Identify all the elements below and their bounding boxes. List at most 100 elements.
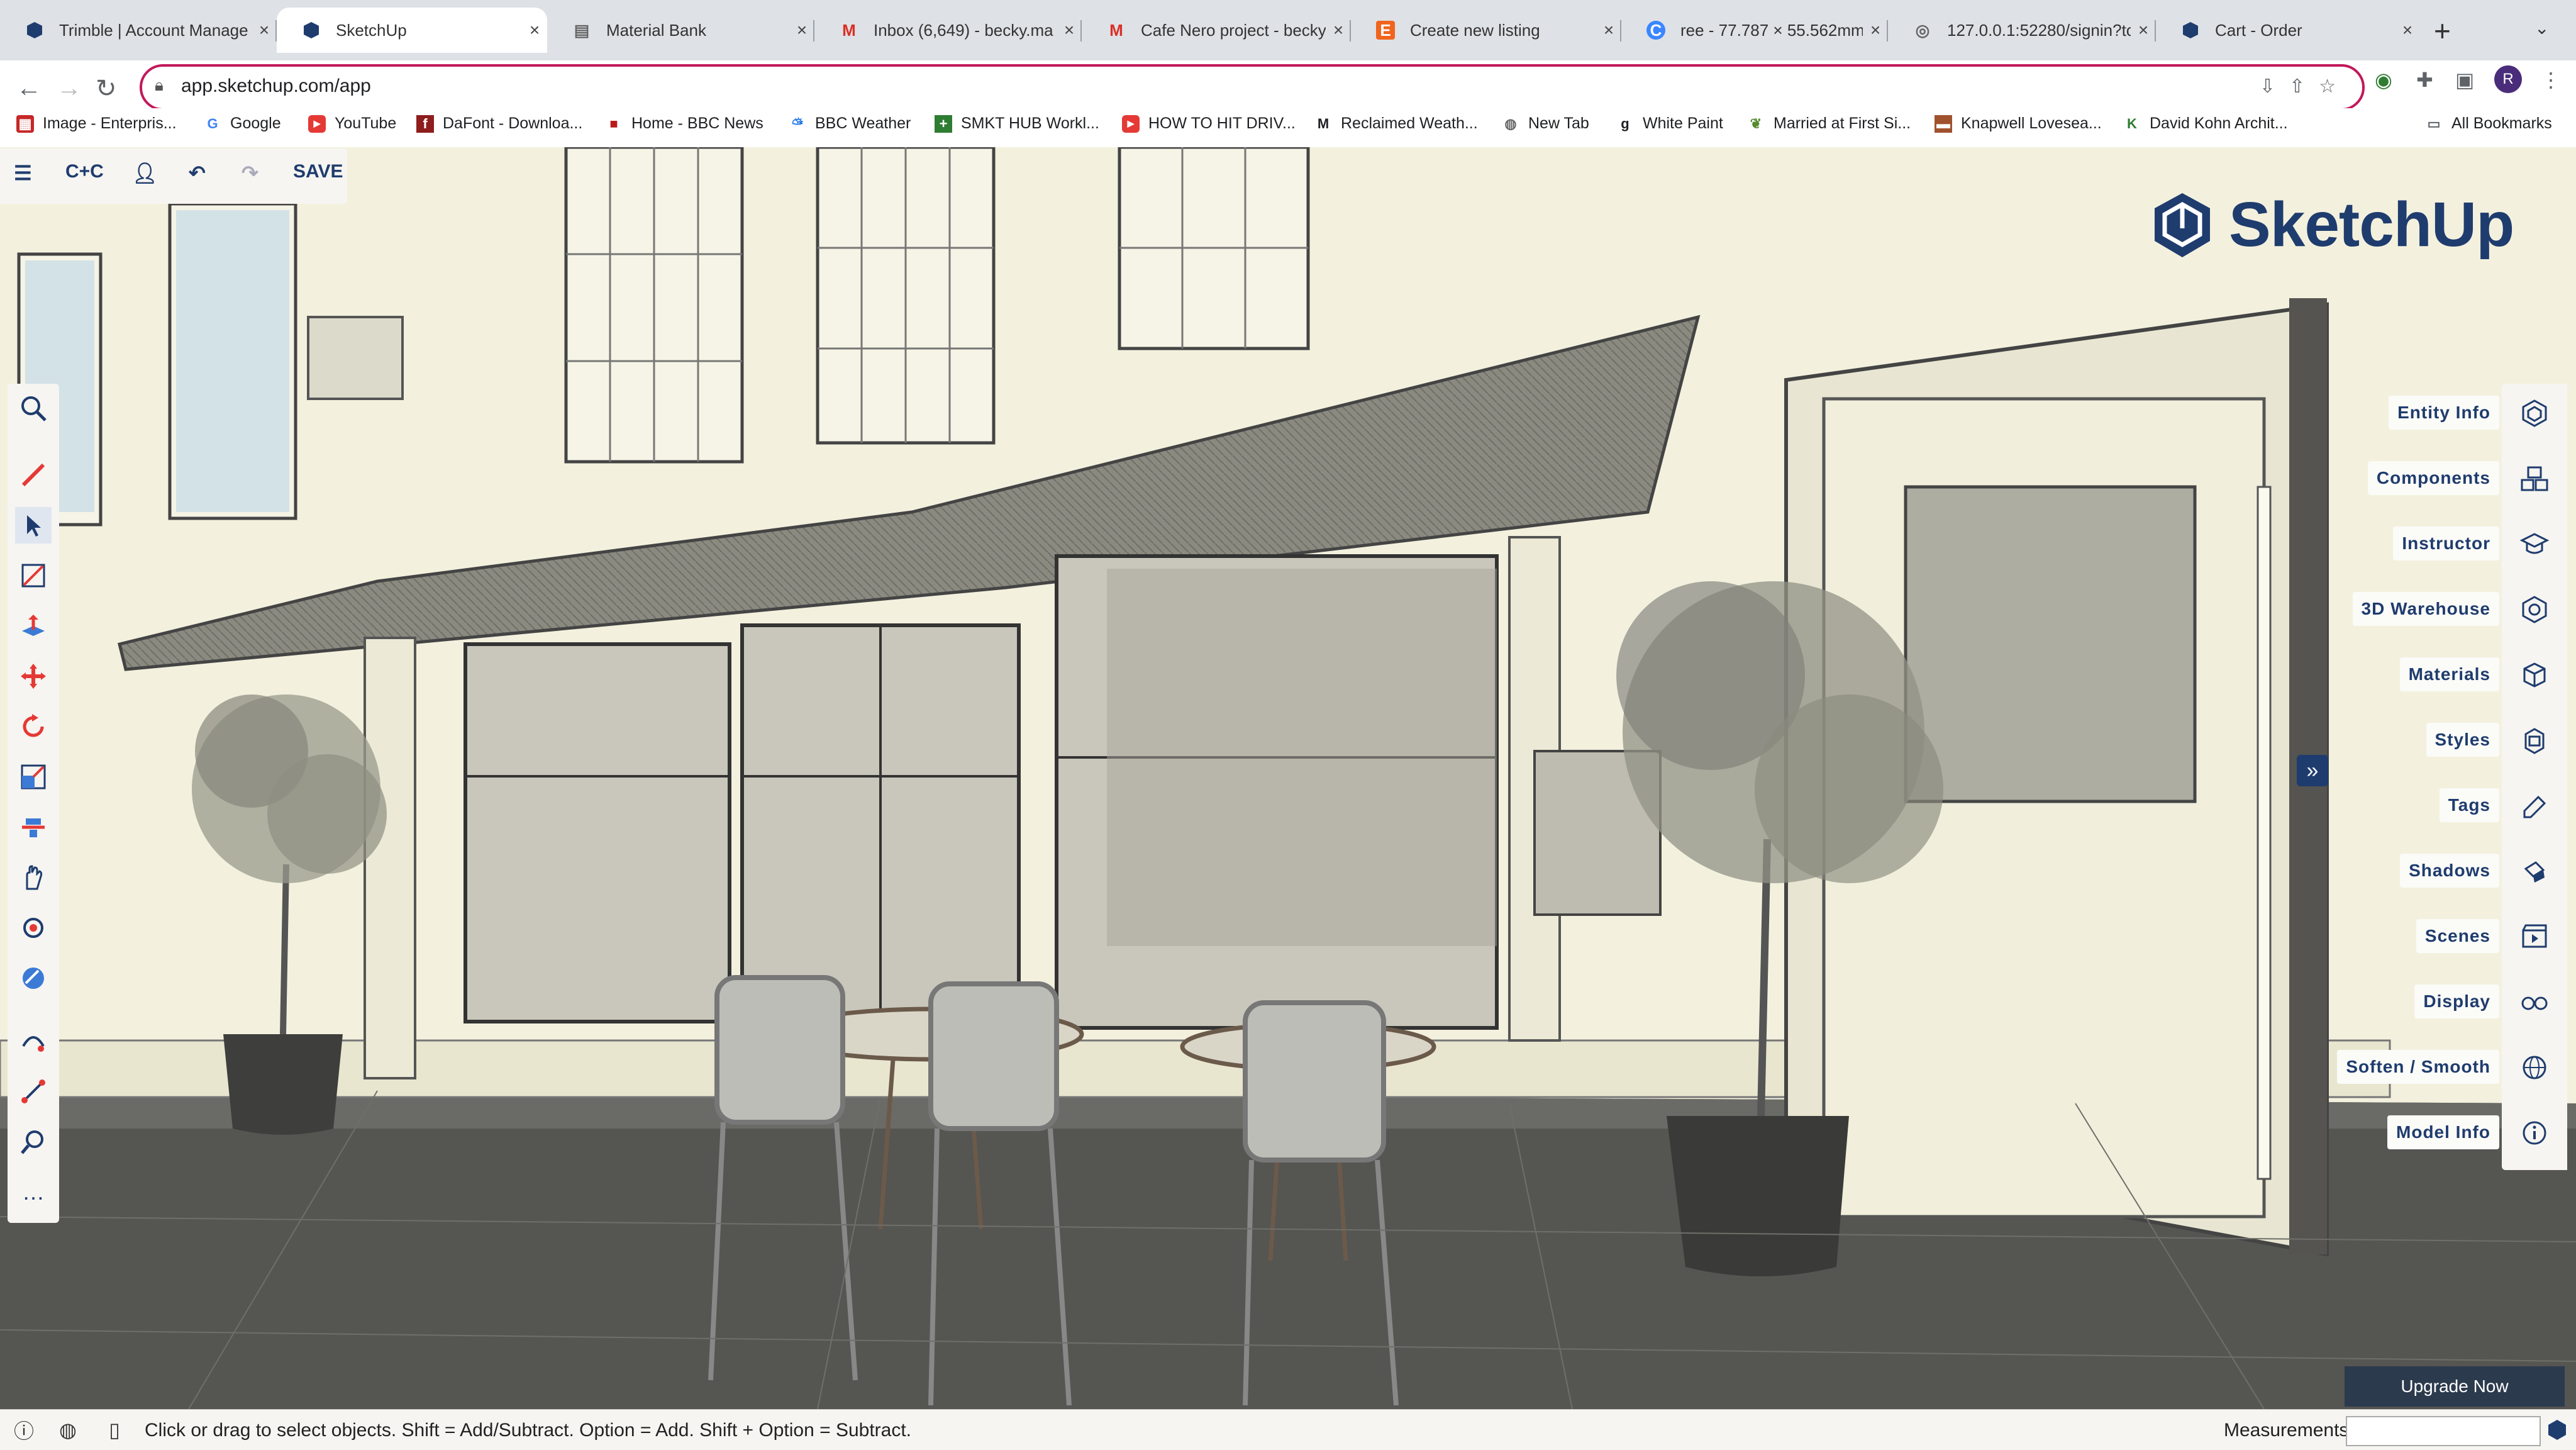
- browser-tab[interactable]: M Inbox (6,649) - becky.ma ×: [814, 8, 1082, 53]
- close-tab-icon[interactable]: ×: [789, 20, 814, 40]
- styles-icon[interactable]: [2502, 713, 2567, 767]
- scenes-icon[interactable]: [2502, 910, 2567, 964]
- close-tab-icon[interactable]: ×: [1596, 20, 1621, 40]
- scale-icon[interactable]: [15, 759, 52, 795]
- project-name[interactable]: C+C: [65, 161, 104, 182]
- logo-text: SketchUp: [2229, 189, 2514, 260]
- extension-grammarly-icon[interactable]: ◉: [2375, 68, 2392, 92]
- close-tab-icon[interactable]: ×: [1863, 20, 1888, 40]
- rotate-icon[interactable]: [15, 708, 52, 745]
- entity-info-icon[interactable]: [2502, 386, 2567, 440]
- scenes-label[interactable]: Scenes: [2416, 919, 2499, 953]
- browser-tab-active[interactable]: SketchUp ×: [277, 8, 547, 53]
- model-info-label[interactable]: Model Info: [2387, 1115, 2499, 1149]
- push-pull-icon[interactable]: [15, 608, 52, 644]
- help-icon[interactable]: ⓘ: [11, 1417, 36, 1442]
- close-tab-icon[interactable]: ×: [2131, 20, 2156, 40]
- forward-arrow-icon[interactable]: →: [57, 74, 82, 103]
- mouse-icon[interactable]: ▯: [102, 1417, 127, 1442]
- bookmark-item[interactable]: M Reclaimed Weath...: [1314, 114, 1478, 133]
- bookmark-item[interactable]: ▶ HOW TO HIT DRIV...: [1122, 114, 1296, 133]
- move-icon[interactable]: [15, 658, 52, 694]
- bookmark-item[interactable]: g White Paint: [1616, 114, 1723, 133]
- materials-tool-icon[interactable]: [15, 960, 52, 996]
- bookmark-item[interactable]: ▶ YouTube: [308, 114, 396, 133]
- search-icon[interactable]: [15, 390, 52, 427]
- styles-label[interactable]: Styles: [2426, 723, 2499, 757]
- browser-tab[interactable]: ◎ 127.0.0.1:52280/signin?to ×: [1888, 8, 2156, 53]
- bookmark-item[interactable]: ▬ Knapwell Lovesea...: [1935, 114, 2102, 133]
- close-tab-icon[interactable]: ×: [1326, 20, 1351, 40]
- shadows-icon[interactable]: [2502, 844, 2567, 898]
- components-icon[interactable]: [2502, 452, 2567, 506]
- model-viewport[interactable]: [0, 147, 2576, 1409]
- select-tool-icon[interactable]: [15, 507, 52, 544]
- materials-icon[interactable]: [2502, 648, 2567, 702]
- extensions-puzzle-icon[interactable]: ✚: [2416, 68, 2433, 92]
- zoom-icon[interactable]: [15, 1124, 52, 1160]
- close-tab-icon[interactable]: ×: [522, 20, 547, 40]
- browser-tab[interactable]: Trimble | Account Manage ×: [0, 8, 277, 53]
- bookmark-item[interactable]: ⛅︎ BBC Weather: [789, 114, 911, 133]
- browser-tab[interactable]: ▤ Material Bank ×: [547, 8, 814, 53]
- expand-panel-chevron-icon[interactable]: »: [2297, 755, 2328, 786]
- site-info-icon[interactable]: 🔒︎: [155, 75, 164, 96]
- line-tool-icon[interactable]: [15, 557, 52, 594]
- 3d-warehouse-label[interactable]: 3D Warehouse: [2352, 592, 2499, 626]
- soften-icon[interactable]: [2502, 1040, 2567, 1095]
- bookmark-item[interactable]: ❦ Married at First Si...: [1747, 114, 1911, 133]
- entity-info-label[interactable]: Entity Info: [2389, 396, 2499, 430]
- new-tab-button[interactable]: +: [2434, 14, 2451, 48]
- more-tools-icon[interactable]: …: [15, 1174, 52, 1210]
- tags-label[interactable]: Tags: [2439, 788, 2499, 822]
- close-tab-icon[interactable]: ×: [1057, 20, 1082, 40]
- back-arrow-icon[interactable]: ←: [16, 74, 42, 103]
- hamburger-menu-icon[interactable]: ☰: [14, 161, 32, 185]
- close-tab-icon[interactable]: ×: [252, 20, 277, 40]
- address-bar[interactable]: 🔒︎ app.sketchup.com/app ⇩⇧☆: [140, 64, 2365, 111]
- globe-icon[interactable]: ◍: [55, 1417, 80, 1442]
- paint-bucket-icon[interactable]: [15, 910, 52, 946]
- bookmark-item[interactable]: G Google: [204, 114, 280, 133]
- measurements-input[interactable]: [2346, 1416, 2541, 1446]
- warehouse-icon[interactable]: [2502, 583, 2567, 637]
- materials-label[interactable]: Materials: [2399, 657, 2499, 691]
- display-icon[interactable]: [2502, 975, 2567, 1029]
- instructor-label[interactable]: Instructor: [2393, 527, 2499, 560]
- tags-icon[interactable]: [2502, 779, 2567, 833]
- browser-tab[interactable]: C ree - 77.787 × 55.562mm ×: [1621, 8, 1888, 53]
- redo-icon[interactable]: ↷: [242, 161, 258, 185]
- browser-tab[interactable]: Cart - Order ×: [2156, 8, 2420, 53]
- close-tab-icon[interactable]: ×: [2395, 20, 2420, 40]
- pencil-icon[interactable]: [15, 457, 52, 493]
- browser-tab[interactable]: E Create new listing ×: [1351, 8, 1621, 53]
- arc-tool-icon[interactable]: [15, 1023, 52, 1059]
- instructor-icon[interactable]: [2502, 517, 2567, 571]
- upgrade-now-button[interactable]: Upgrade Now: [2345, 1366, 2565, 1407]
- bookmark-item[interactable]: K David Kohn Archit...: [2123, 114, 2288, 133]
- shadows-label[interactable]: Shadows: [2400, 854, 2499, 888]
- soften-smooth-label[interactable]: Soften / Smooth: [2337, 1050, 2499, 1084]
- save-button[interactable]: SAVE: [293, 161, 343, 182]
- browser-menu-icon[interactable]: ⋮: [2541, 68, 2561, 92]
- offset-icon[interactable]: [15, 809, 52, 845]
- info-icon[interactable]: [2502, 1106, 2567, 1160]
- orbit-hand-icon[interactable]: [15, 859, 52, 896]
- address-bar-actions[interactable]: ⇩⇧☆: [2260, 75, 2350, 98]
- dimension-tool-icon[interactable]: [15, 1073, 52, 1110]
- display-label[interactable]: Display: [2414, 984, 2499, 1018]
- browser-tab[interactable]: M Cafe Nero project - becky ×: [1082, 8, 1351, 53]
- tab-search-chevron-icon[interactable]: ⌄: [2534, 18, 2549, 38]
- components-label[interactable]: Components: [2367, 461, 2499, 495]
- side-panel-icon[interactable]: ▣: [2455, 68, 2474, 92]
- bookmark-item[interactable]: ◍ New Tab: [1502, 114, 1589, 133]
- bookmark-item[interactable]: ■ Home - BBC News: [605, 114, 763, 133]
- bookmark-item[interactable]: ▦ Image - Enterpris...: [16, 114, 177, 133]
- collaborator-icon[interactable]: 👤︎: [132, 161, 158, 185]
- undo-icon[interactable]: ↶: [189, 161, 206, 185]
- all-bookmarks[interactable]: ▭ All Bookmarks: [2425, 114, 2552, 133]
- bookmark-item[interactable]: f DaFont - Downloa...: [416, 114, 582, 133]
- profile-avatar[interactable]: R: [2494, 65, 2522, 93]
- bookmark-item[interactable]: + SMKT HUB Workl...: [935, 114, 1099, 133]
- reload-icon[interactable]: ↻: [96, 74, 117, 103]
